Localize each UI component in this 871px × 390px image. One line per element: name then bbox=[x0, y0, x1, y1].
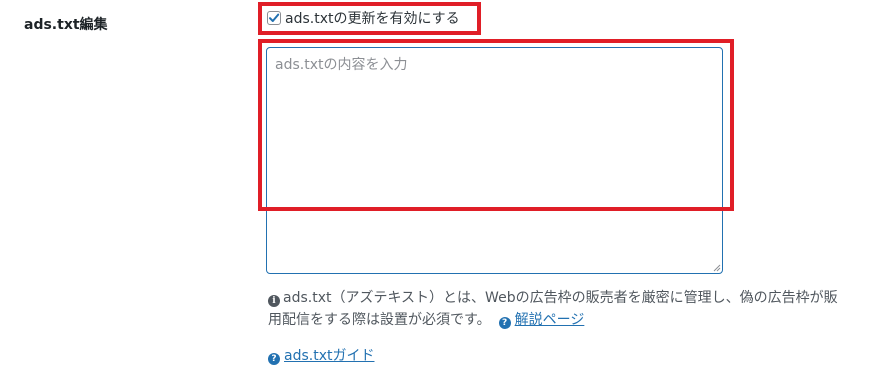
description-text-2: 用配信をする際は設置が必須です。 bbox=[268, 312, 491, 328]
enable-ads-txt-checkbox[interactable] bbox=[267, 11, 281, 25]
help-page-link[interactable]: ? 解説ページ bbox=[498, 312, 585, 329]
question-circle-icon: ? bbox=[498, 317, 511, 329]
check-icon bbox=[269, 13, 280, 22]
enable-ads-txt-label: ads.txtの更新を有効にする bbox=[285, 11, 460, 27]
ads-txt-guide-link-label: ads.txtガイド bbox=[284, 348, 375, 364]
description-line-1: i ads.txt（アズテキスト）とは、Webの広告枠の販売者を厳密に管理し、偽の… bbox=[268, 287, 871, 309]
ads-txt-settings-panel: ads.txt編集 ads.txtの更新を有効にする iads.txt（アズテキ… bbox=[0, 0, 871, 390]
resize-grip-icon[interactable] bbox=[711, 262, 721, 272]
description-text-1: ads.txt（アズテキスト）とは、Webの広告枠の販売者を厳密に管理し、偽の広… bbox=[283, 290, 838, 306]
ads-txt-description: i ads.txt（アズテキスト）とは、Webの広告枠の販売者を厳密に管理し、偽の… bbox=[268, 287, 871, 331]
help-page-link-label: 解説ページ bbox=[514, 312, 585, 328]
description-line-2: 用配信をする際は設置が必須です。? 解説ページ bbox=[268, 309, 871, 331]
info-circle-icon: i bbox=[268, 295, 280, 307]
question-circle-icon: ? bbox=[268, 353, 280, 365]
enable-ads-txt-checkbox-row[interactable]: ads.txtの更新を有効にする bbox=[267, 8, 460, 28]
highlight-box-textarea bbox=[258, 39, 734, 211]
field-label-ads-txt: ads.txt編集 bbox=[24, 17, 108, 33]
ads-txt-guide-link[interactable]: ? ads.txtガイド bbox=[268, 345, 374, 365]
